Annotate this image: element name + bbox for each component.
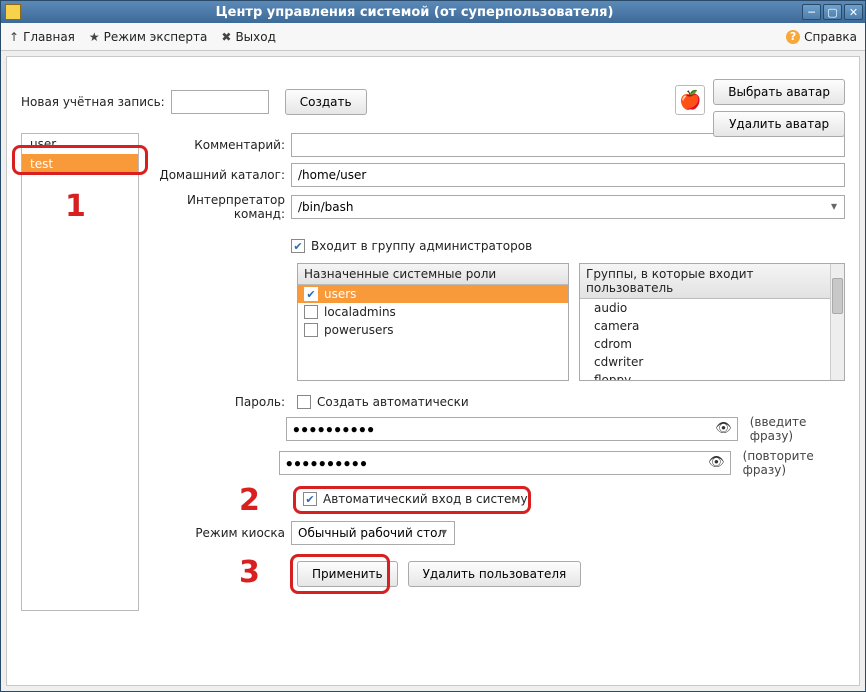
- admin-group-checkbox[interactable]: [291, 239, 305, 253]
- auto-login-label: Автоматический вход в систему: [323, 492, 528, 506]
- apple-icon: 🍎: [679, 90, 701, 111]
- create-account-button[interactable]: Создать: [285, 89, 367, 115]
- select-avatar-button[interactable]: Выбрать аватар: [713, 79, 845, 105]
- group-item[interactable]: cdrom: [580, 335, 830, 353]
- apply-button[interactable]: Применить: [297, 561, 398, 587]
- content-area: 🍎 Выбрать аватар Удалить аватар Новая уч…: [6, 56, 860, 686]
- home-label: Домашний каталог:: [149, 168, 291, 182]
- avatar-image[interactable]: 🍎: [675, 85, 705, 115]
- roles-groups-row: Назначенные системные роли users localad…: [297, 263, 845, 381]
- delete-avatar-button[interactable]: Удалить аватар: [713, 111, 845, 137]
- role-name: users: [324, 287, 356, 301]
- user-list[interactable]: user test: [21, 133, 139, 611]
- roles-header: Назначенные системные роли: [298, 264, 568, 285]
- group-item[interactable]: floppy: [580, 371, 830, 380]
- maximize-button[interactable]: ▢: [823, 4, 842, 20]
- annotation-number-3: 3: [239, 555, 260, 590]
- groups-listbox[interactable]: Группы, в которые входит пользователь au…: [579, 263, 845, 381]
- scrollbar-thumb[interactable]: [832, 278, 843, 314]
- main-columns: user test 1 Комментарий: Домашний катало…: [21, 133, 845, 611]
- titlebar: Центр управления системой (от суперпольз…: [1, 1, 865, 23]
- kiosk-combo[interactable]: [291, 521, 455, 545]
- role-item[interactable]: users: [298, 285, 568, 303]
- user-list-item[interactable]: user: [22, 134, 138, 154]
- toolbar-main[interactable]: ↑ Главная: [9, 30, 75, 44]
- role-checkbox[interactable]: [304, 323, 318, 337]
- role-item[interactable]: powerusers: [298, 321, 568, 339]
- toolbar-help[interactable]: ? Справка: [786, 30, 857, 44]
- eye-icon[interactable]: 👁: [708, 455, 725, 470]
- toolbar: ↑ Главная ★ Режим эксперта ✖ Выход ? Спр…: [1, 23, 865, 51]
- form-column: Комментарий: Домашний каталог: Интерпрет…: [149, 133, 845, 611]
- help-icon: ?: [786, 30, 800, 44]
- group-item[interactable]: cdwriter: [580, 353, 830, 371]
- shell-label: Интерпретатор команд:: [149, 193, 291, 221]
- toolbar-expert[interactable]: ★ Режим эксперта: [89, 30, 207, 44]
- password-repeat-input[interactable]: [279, 451, 731, 475]
- window-title: Центр управления системой (от суперпольз…: [27, 5, 802, 20]
- kiosk-label: Режим киоска: [149, 526, 291, 540]
- delete-user-button[interactable]: Удалить пользователя: [408, 561, 582, 587]
- new-account-label: Новая учётная запись:: [21, 95, 165, 109]
- toolbar-expert-label: Режим эксперта: [104, 30, 208, 44]
- arrow-up-icon: ↑: [9, 30, 19, 44]
- role-item[interactable]: localadmins: [298, 303, 568, 321]
- password-auto-checkbox[interactable]: [297, 395, 311, 409]
- groups-header: Группы, в которые входит пользователь: [580, 264, 844, 299]
- comment-label: Комментарий:: [149, 138, 291, 152]
- toolbar-exit[interactable]: ✖ Выход: [221, 30, 276, 44]
- user-list-wrap: user test 1: [21, 133, 139, 611]
- minimize-button[interactable]: ─: [802, 4, 821, 20]
- role-checkbox[interactable]: [304, 305, 318, 319]
- role-name: powerusers: [324, 323, 394, 337]
- group-item[interactable]: audio: [580, 299, 830, 317]
- avatar-panel: 🍎 Выбрать аватар Удалить аватар: [675, 79, 845, 137]
- roles-listbox[interactable]: Назначенные системные роли users localad…: [297, 263, 569, 381]
- role-name: localadmins: [324, 305, 396, 319]
- window-controls: ─ ▢ ✕: [802, 4, 863, 20]
- role-checkbox[interactable]: [304, 287, 318, 301]
- password-auto-label: Создать автоматически: [317, 395, 469, 409]
- admin-group-label: Входит в группу администраторов: [311, 239, 532, 253]
- toolbar-help-label: Справка: [804, 30, 857, 44]
- group-item[interactable]: camera: [580, 317, 830, 335]
- eye-icon[interactable]: 👁: [715, 421, 732, 436]
- password-input[interactable]: [286, 417, 738, 441]
- app-window: Центр управления системой (от суперпольз…: [0, 0, 866, 692]
- new-account-input[interactable]: [171, 90, 269, 114]
- groups-scrollbar[interactable]: [830, 264, 844, 380]
- password-label: Пароль:: [149, 395, 291, 409]
- toolbar-main-label: Главная: [23, 30, 75, 44]
- toolbar-exit-label: Выход: [235, 30, 275, 44]
- annotation-number-2: 2: [239, 483, 260, 518]
- password-repeat-hint: (повторите фразу): [743, 449, 845, 477]
- app-icon: [5, 4, 21, 20]
- auto-login-checkbox[interactable]: [303, 492, 317, 506]
- password-enter-hint: (введите фразу): [750, 415, 845, 443]
- shell-combo[interactable]: [291, 195, 845, 219]
- user-list-item[interactable]: test: [22, 154, 138, 174]
- exit-icon: ✖: [221, 30, 231, 44]
- star-icon: ★: [89, 30, 100, 44]
- close-button[interactable]: ✕: [844, 4, 863, 20]
- home-input[interactable]: [291, 163, 845, 187]
